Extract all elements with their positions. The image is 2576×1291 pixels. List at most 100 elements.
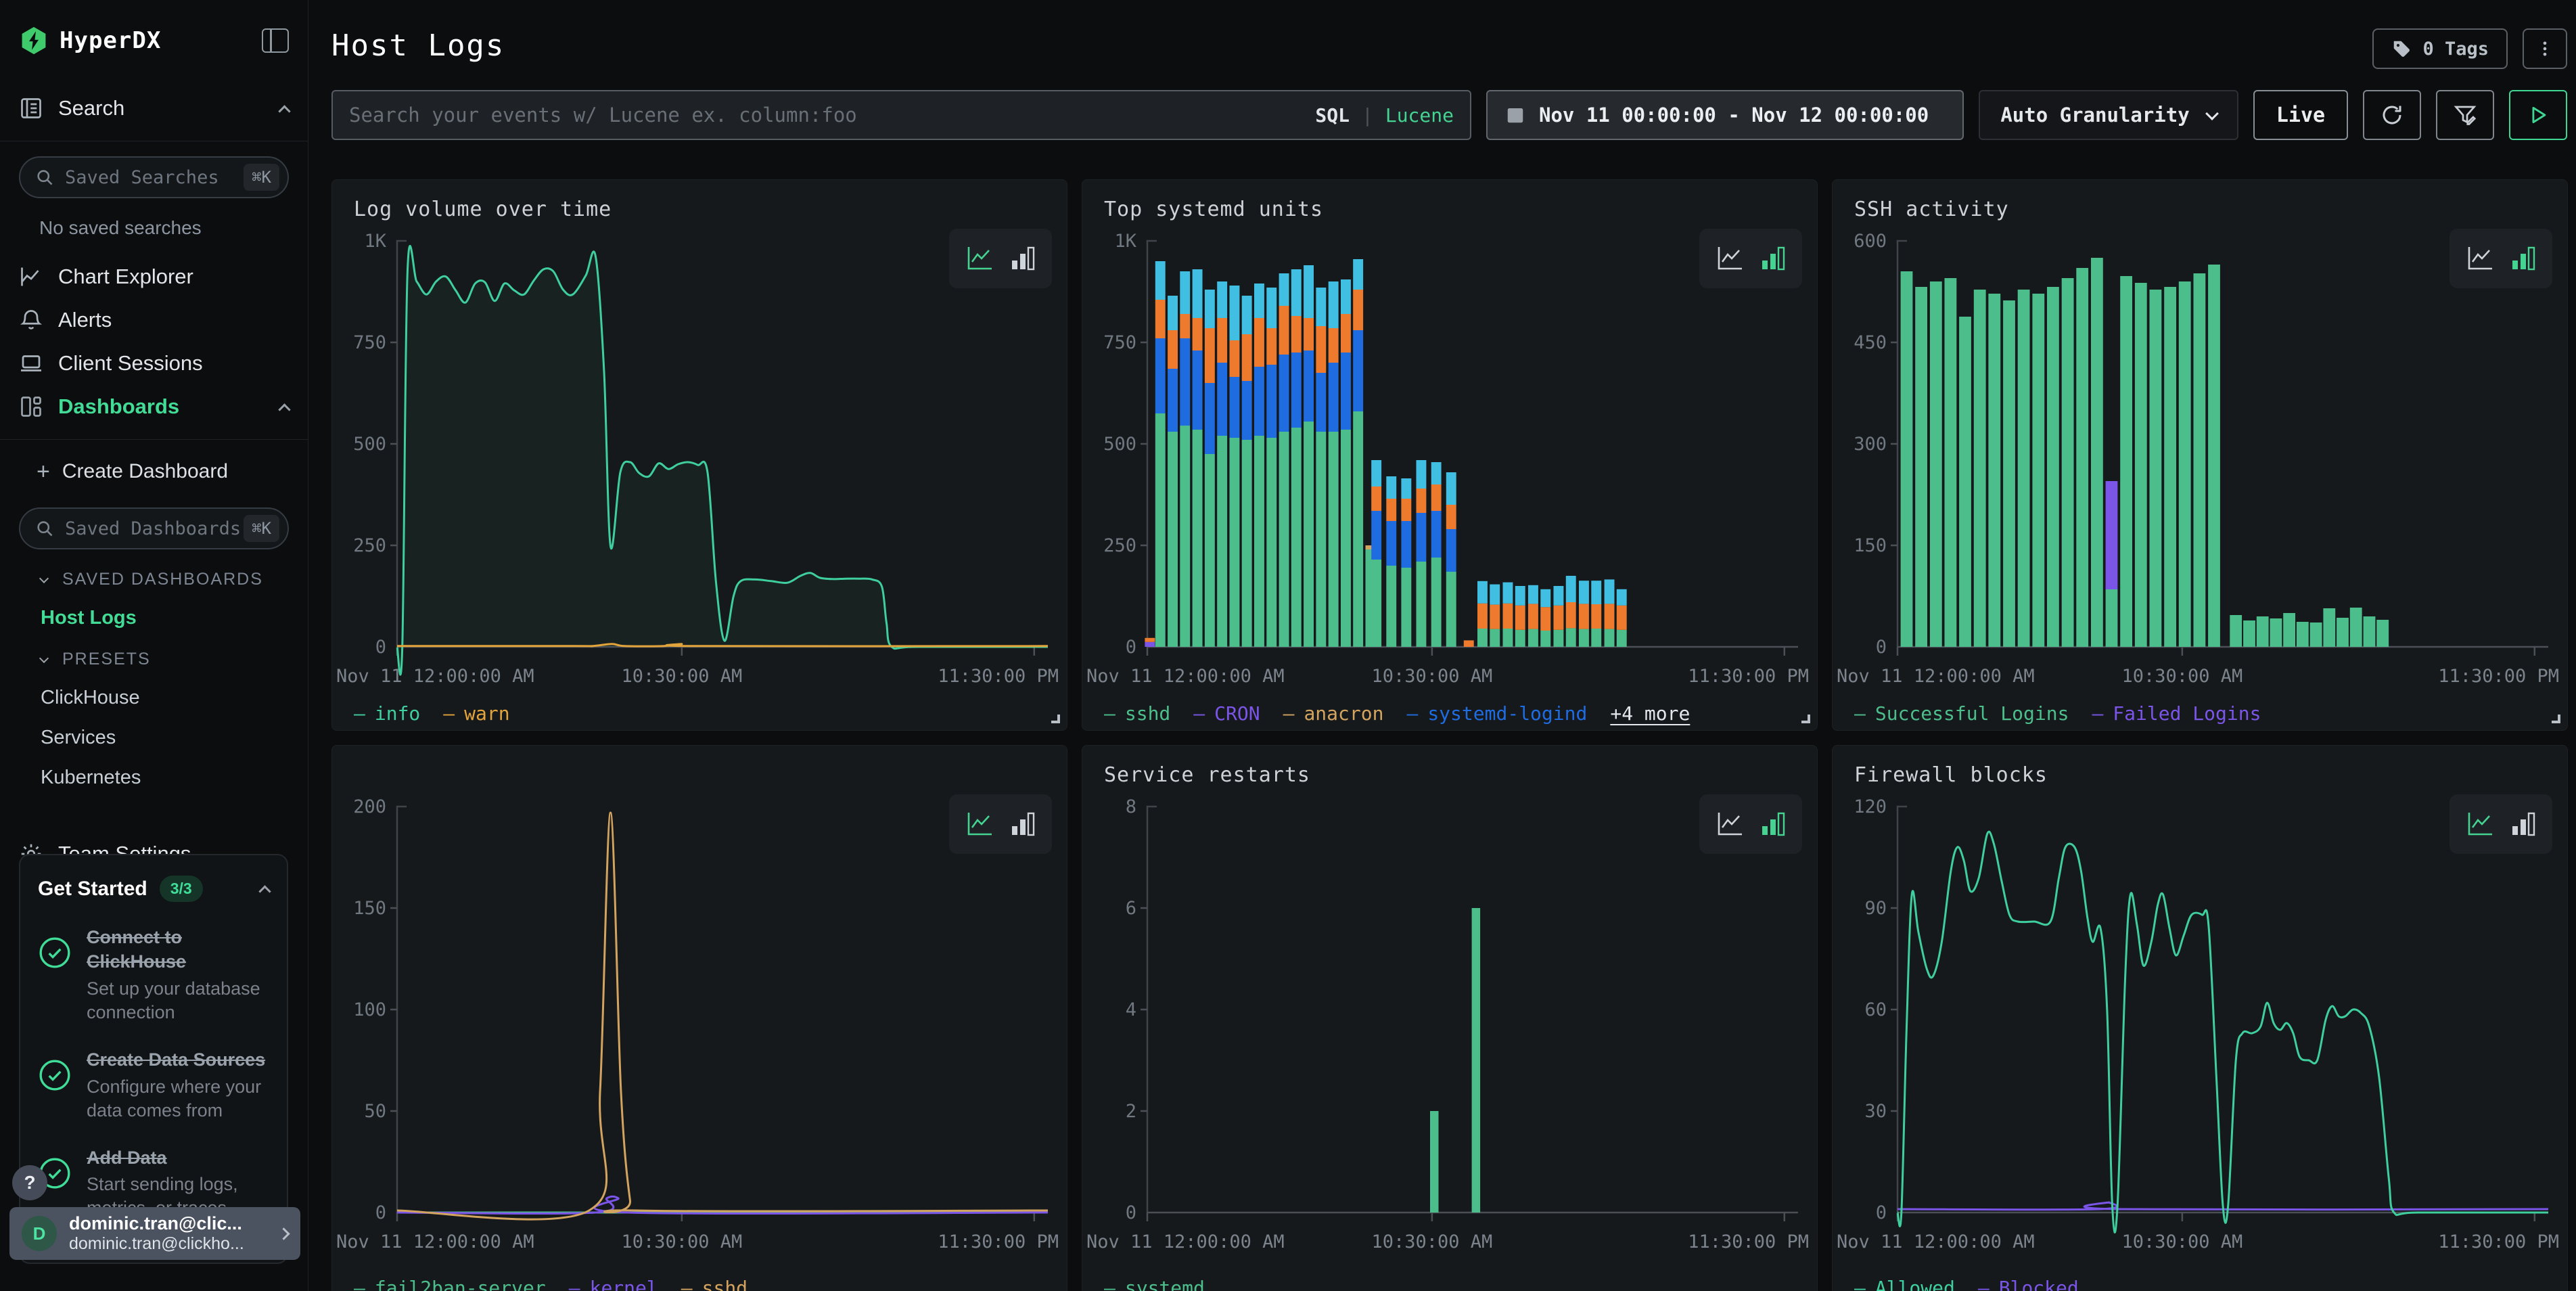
bar-chart-icon[interactable] <box>2510 811 2536 837</box>
legend-item[interactable]: —sshd <box>681 1277 748 1291</box>
saved-searches-input[interactable]: ⌘K <box>19 156 289 198</box>
get-started-step[interactable]: Create Data Sources Configure where your… <box>38 1047 269 1123</box>
granularity-select[interactable]: Auto Granularity <box>1979 90 2238 140</box>
user-account-row[interactable]: D dominic.tran@clic... dominic.tran@clic… <box>9 1207 300 1260</box>
legend-item[interactable]: —Failed Logins <box>2092 702 2261 725</box>
line-chart-icon[interactable] <box>2466 246 2494 271</box>
saved-dashboards-input[interactable]: ⌘K <box>19 507 289 549</box>
legend-item[interactable]: —systemd-logind <box>1406 702 1587 725</box>
svg-text:150: 150 <box>1854 535 1887 556</box>
svg-text:Nov 11 12:00:00 AM: Nov 11 12:00:00 AM <box>1086 1231 1285 1252</box>
svg-text:0: 0 <box>1126 1202 1136 1223</box>
date-range-picker[interactable]: Nov 11 00:00:00 - Nov 12 00:00:00 <box>1486 90 1964 140</box>
sidebar-item-clickhouse[interactable]: ClickHouse <box>41 687 308 709</box>
chart-canvas: 1K7505002500Nov 11 12:00:00 AM10:30:00 A… <box>332 227 1067 701</box>
chart-card-auth-failures: 200150100500Nov 11 12:00:00 AM10:30:00 A… <box>331 745 1067 1291</box>
sidebar-item-alerts[interactable]: Alerts <box>0 298 308 342</box>
live-button[interactable]: Live <box>2253 90 2348 140</box>
svg-text:750: 750 <box>1103 332 1136 353</box>
line-chart-icon[interactable] <box>1716 811 1744 837</box>
legend-item[interactable]: —systemd <box>1104 1277 1205 1291</box>
chart-explorer-icon <box>19 265 43 289</box>
svg-text:Nov 11 12:00:00 AM: Nov 11 12:00:00 AM <box>336 1231 534 1252</box>
legend-item[interactable]: —fail2ban-server <box>354 1277 546 1291</box>
line-chart-icon[interactable] <box>965 246 994 271</box>
line-chart-icon[interactable] <box>1716 246 1744 271</box>
chart-legend: —systemd <box>1104 1277 1205 1291</box>
svg-text:8: 8 <box>1126 796 1136 817</box>
event-search-input[interactable] <box>349 104 1315 127</box>
svg-text:1K: 1K <box>1114 231 1136 252</box>
get-started-card: Get Started 3/3 Connect to ClickHouse Se… <box>19 854 288 1264</box>
chart-card-log-volume: Log volume over time 1K7505002500Nov 11 … <box>331 179 1067 731</box>
saved-dashboards-field[interactable] <box>65 518 244 539</box>
step-title: Connect to ClickHouse <box>87 925 269 974</box>
svg-text:200: 200 <box>353 796 386 817</box>
legend-item[interactable]: —CRON <box>1193 702 1260 725</box>
line-chart-icon[interactable] <box>965 811 994 837</box>
chart-canvas: 1K7505002500Nov 11 12:00:00 AM10:30:00 A… <box>1082 227 1818 701</box>
sidebar-item-dashboards[interactable]: Dashboards <box>0 385 308 428</box>
line-chart-icon[interactable] <box>2466 811 2494 837</box>
resize-handle[interactable] <box>2552 715 2560 723</box>
svg-text:11:30:00 PM: 11:30:00 PM <box>938 1231 1059 1252</box>
legend-item[interactable]: —sshd <box>1104 702 1170 725</box>
sidebar-item-host-logs[interactable]: Host Logs <box>41 607 308 629</box>
svg-text:Nov 11 12:00:00 AM: Nov 11 12:00:00 AM <box>1086 666 1285 687</box>
chart-card-systemd-units: Top systemd units 1K7505002500Nov 11 12:… <box>1082 179 1818 731</box>
create-dashboard-button[interactable]: + Create Dashboard <box>0 451 308 493</box>
sidebar-item-client-sessions[interactable]: Client Sessions <box>0 342 308 385</box>
event-search-box[interactable]: SQL | Lucene <box>331 90 1471 140</box>
chart-title: Log volume over time <box>354 198 612 221</box>
chart-type-toggle <box>2450 794 2552 854</box>
bar-chart-icon[interactable] <box>1010 811 1036 837</box>
sql-mode-toggle[interactable]: SQL <box>1315 104 1350 127</box>
sidebar-item-label: Dashboards <box>58 394 179 419</box>
sidebar-item-label: Chart Explorer <box>58 265 193 289</box>
bar-chart-icon[interactable] <box>1010 246 1036 271</box>
filter-button[interactable] <box>2436 90 2494 140</box>
chevron-up-icon[interactable] <box>278 403 290 415</box>
resize-handle[interactable] <box>1801 715 1810 723</box>
svg-text:0: 0 <box>1876 1202 1887 1223</box>
section-label: PRESETS <box>62 650 151 669</box>
legend-item[interactable]: +4 more <box>1610 702 1690 725</box>
section-saved-dashboards[interactable]: SAVED DASHBOARDS <box>41 570 308 589</box>
saved-searches-field[interactable] <box>65 167 244 188</box>
run-query-button[interactable] <box>2509 90 2567 140</box>
legend-item[interactable]: —Blocked <box>1978 1277 2079 1291</box>
legend-item[interactable]: —Successful Logins <box>1854 702 2069 725</box>
get-started-step[interactable]: Connect to ClickHouse Set up your databa… <box>38 925 269 1024</box>
legend-item[interactable]: —Allowed <box>1854 1277 1955 1291</box>
bar-chart-icon[interactable] <box>1760 811 1786 837</box>
legend-item[interactable]: —info <box>354 702 420 725</box>
svg-text:11:30:00 PM: 11:30:00 PM <box>1688 666 1809 687</box>
tags-button[interactable]: 0 Tags <box>2372 28 2508 69</box>
legend-item[interactable]: —anacron <box>1283 702 1384 725</box>
bar-chart-icon[interactable] <box>1760 246 1786 271</box>
sidebar-item-chart-explorer[interactable]: Chart Explorer <box>0 255 308 298</box>
legend-item[interactable]: —warn <box>443 702 509 725</box>
refresh-button[interactable] <box>2363 90 2421 140</box>
bar-chart-icon[interactable] <box>2510 246 2536 271</box>
sidebar-item-search[interactable]: Search <box>0 87 308 130</box>
sidebar-item-kubernetes[interactable]: Kubernetes <box>41 767 308 789</box>
help-button[interactable]: ? <box>12 1165 47 1200</box>
chart-title: SSH activity <box>1854 198 2009 221</box>
dashboards-icon <box>19 394 43 419</box>
section-presets[interactable]: PRESETS <box>41 650 308 669</box>
svg-text:500: 500 <box>1103 434 1136 455</box>
svg-text:Nov 11 12:00:00 AM: Nov 11 12:00:00 AM <box>1837 1231 2035 1252</box>
sidebar-item-services[interactable]: Services <box>41 727 308 749</box>
chart-card-service-restarts: Service restarts 86420Nov 11 12:00:00 AM… <box>1082 745 1818 1291</box>
svg-text:4: 4 <box>1126 999 1136 1020</box>
collapse-sidebar-icon[interactable] <box>262 28 289 53</box>
legend-item[interactable]: —kernel <box>569 1277 658 1291</box>
search-icon <box>35 168 54 187</box>
more-options-button[interactable] <box>2523 28 2567 69</box>
chevron-up-icon[interactable] <box>258 885 271 897</box>
chevron-up-icon[interactable] <box>278 105 290 117</box>
resize-handle[interactable] <box>1051 715 1060 723</box>
lucene-mode-toggle[interactable]: Lucene <box>1385 104 1454 127</box>
chart-canvas: 1209060300Nov 11 12:00:00 AM10:30:00 AM1… <box>1833 793 2568 1267</box>
